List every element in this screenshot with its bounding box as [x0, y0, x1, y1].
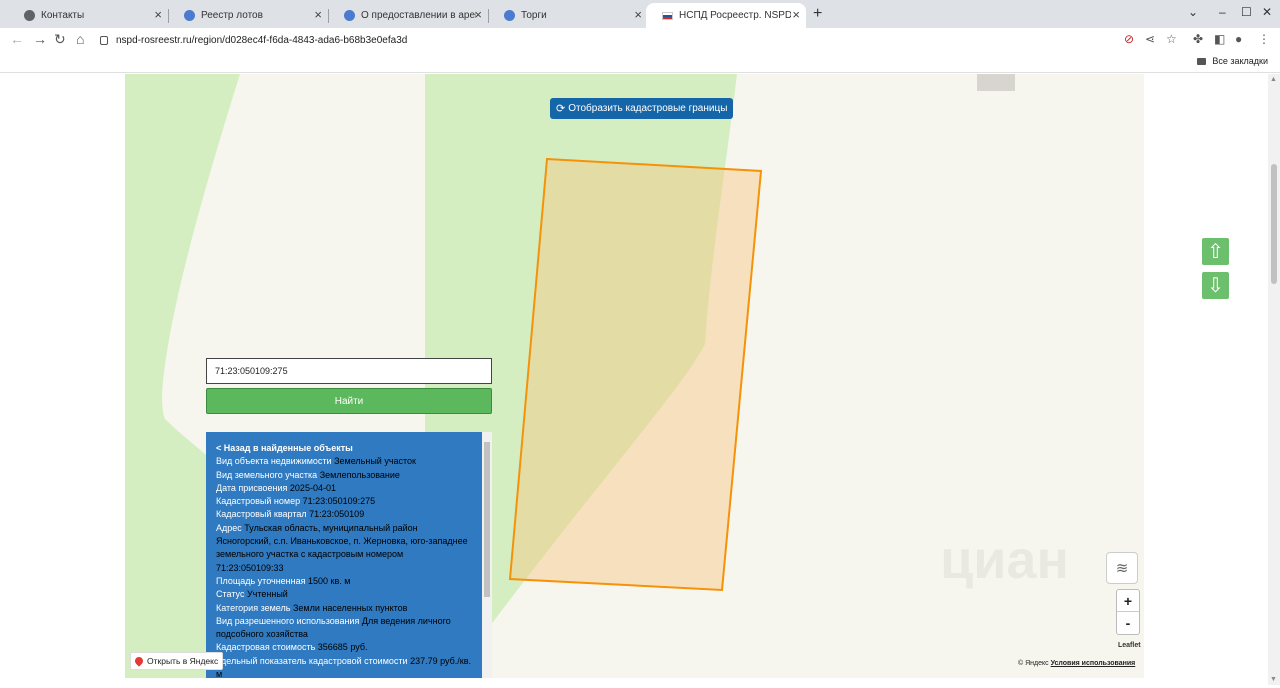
leaflet-attribution[interactable]: Leaflet	[1118, 642, 1141, 649]
scroll-up-button[interactable]: ⇧	[1202, 238, 1229, 265]
forward-icon[interactable]: →	[33, 31, 47, 47]
terms-of-use-link[interactable]: Условия использования	[1051, 660, 1136, 667]
back-icon[interactable]: ←	[10, 31, 24, 47]
profile-icon[interactable]: ●	[1235, 32, 1242, 46]
yandex-attribution: © Яндекс Условия использования	[1018, 660, 1136, 667]
show-cadastral-borders-button[interactable]: ⟳ Отобразить кадастровые границы	[550, 98, 734, 119]
find-button[interactable]: Найти	[206, 388, 492, 414]
tab-auctions[interactable]: Торги ×	[488, 3, 648, 28]
window-close-button[interactable]: ✕	[1262, 5, 1272, 19]
site-favicon-icon	[504, 10, 515, 21]
back-to-results-link[interactable]: < Назад в найденные объекты	[216, 442, 472, 455]
watermark: циан	[940, 530, 1070, 590]
close-icon[interactable]: ×	[474, 7, 482, 22]
scroll-up-arrow-icon[interactable]: ▲	[1270, 76, 1277, 83]
scroll-down-arrow-icon[interactable]: ▼	[1270, 676, 1277, 683]
info-row: Вид объекта недвижимости Земельный участ…	[216, 456, 416, 467]
close-icon[interactable]: ×	[314, 7, 322, 22]
tab-search-icon[interactable]: ⌄	[1188, 5, 1198, 19]
tab-title: О предоставлении в аренду	[361, 10, 476, 21]
info-row: Дата присвоения 2025-04-01	[216, 482, 336, 493]
tab-title: Контакты	[41, 10, 85, 21]
reload-icon[interactable]: ↻	[54, 31, 66, 48]
browser-toolbar: ← → ↻ ⌂ nspd-rosreestr.ru/region/d028ec4…	[0, 28, 1280, 52]
scroll-down-button[interactable]: ⇩	[1202, 272, 1229, 299]
open-in-yandex-link[interactable]: Открыть в Яндекс	[130, 652, 224, 670]
russia-flag-icon	[662, 11, 673, 20]
site-favicon-icon	[184, 10, 195, 21]
layers-icon[interactable]: ≋	[1106, 552, 1138, 584]
info-row: Вид земельного участка Землепользование	[216, 469, 400, 480]
close-icon[interactable]: ×	[792, 7, 800, 22]
site-favicon-icon	[344, 10, 355, 21]
close-icon[interactable]: ×	[634, 7, 642, 22]
folder-icon	[1197, 57, 1207, 65]
zoom-out-button[interactable]: -	[1117, 612, 1139, 634]
building-tile	[977, 74, 1015, 91]
bookmarks-bar: Все закладки	[0, 52, 1280, 73]
tab-title: Реестр лотов	[201, 10, 263, 21]
cadastral-search-input[interactable]	[206, 358, 492, 384]
info-row: Площадь уточненная 1500 кв. м	[216, 575, 351, 586]
zoom-control: + -	[1116, 589, 1140, 635]
map[interactable]: циан ⟳ Отобразить кадастровые границы На…	[125, 74, 1144, 678]
sidepanel-icon[interactable]: ◧	[1214, 32, 1225, 46]
menu-icon[interactable]: ⋮	[1258, 32, 1270, 46]
url-text: nspd-rosreestr.ru/region/d028ec4f-f6da-4…	[116, 34, 408, 46]
info-row: Адрес Тульская область, муниципальный ра…	[216, 522, 468, 573]
address-bar[interactable]: nspd-rosreestr.ru/region/d028ec4f-f6da-4…	[100, 29, 1100, 51]
extensions-icon[interactable]: ✤	[1193, 32, 1203, 46]
page-content: циан ⟳ Отобразить кадастровые границы На…	[0, 74, 1268, 685]
lock-icon	[100, 35, 108, 45]
new-tab-button[interactable]: +	[813, 5, 822, 23]
cadastral-parcel	[508, 157, 763, 592]
info-row: Статус Учтенный	[216, 589, 288, 600]
tab-title: НСПД Росреестр. NSPD пуб	[679, 10, 791, 21]
blocked-icon[interactable]: ⊘	[1124, 32, 1134, 46]
tab-contacts[interactable]: Контакты ×	[8, 3, 169, 28]
info-panel-scrollbar[interactable]	[482, 432, 492, 678]
all-bookmarks-button[interactable]: Все закладки	[1197, 56, 1268, 66]
tab-strip: Контакты × Реестр лотов × О предоставлен…	[0, 0, 1280, 28]
share-icon[interactable]: ⋖	[1145, 32, 1155, 46]
tab-lot-registry[interactable]: Реестр лотов ×	[168, 3, 329, 28]
home-icon[interactable]: ⌂	[76, 31, 84, 47]
map-pin-icon	[133, 655, 145, 667]
minimize-button[interactable]: –	[1219, 5, 1226, 19]
tab-lease[interactable]: О предоставлении в аренду ×	[328, 3, 489, 28]
tab-nspd[interactable]: НСПД Росреестр. NSPD пуб ×	[646, 3, 806, 28]
zoom-in-button[interactable]: +	[1117, 590, 1139, 612]
refresh-icon: ⟳	[556, 103, 566, 115]
object-info-panel: < Назад в найденные объекты Вид объекта …	[206, 432, 482, 678]
close-icon[interactable]: ×	[154, 7, 162, 22]
info-row: Кадастровый квартал 71:23:050109	[216, 509, 365, 520]
info-row: Удельный показатель кадастровой стоимост…	[216, 655, 471, 678]
globe-icon	[24, 10, 35, 21]
page-scrollbar[interactable]: ▲ ▼	[1268, 74, 1280, 685]
star-icon[interactable]: ☆	[1166, 32, 1177, 46]
maximize-button[interactable]: ☐	[1241, 5, 1252, 19]
scrollbar-thumb[interactable]	[1271, 164, 1277, 284]
info-row: Вид разрешенного использования Для веден…	[216, 615, 451, 640]
tab-title: Торги	[521, 10, 547, 21]
info-row: Кадастровый номер 71:23:050109:275	[216, 496, 376, 507]
info-row: Кадастровая стоимость 356685 руб.	[216, 642, 368, 653]
info-row: Категория земель Земли населенных пункто…	[216, 602, 408, 613]
